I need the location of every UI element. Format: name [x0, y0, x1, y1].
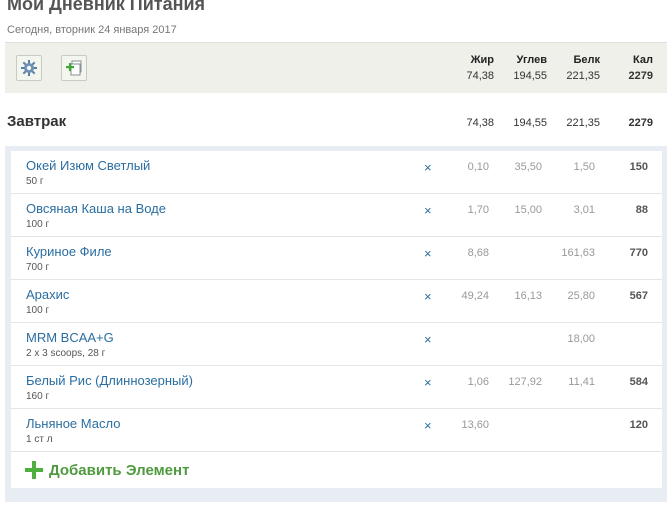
food-name-link[interactable]: Куриное Филе — [26, 244, 112, 259]
food-protein: 1,50 — [573, 161, 595, 173]
food-fat: 1,70 — [467, 204, 489, 216]
add-copy-icon — [66, 60, 82, 76]
food-name-link[interactable]: Белый Рис (Длиннозерный) — [26, 373, 193, 388]
plus-icon — [25, 461, 43, 479]
food-portion: 100 г — [26, 219, 50, 230]
food-kcal: 88 — [635, 204, 648, 216]
food-protein: 3,01 — [573, 204, 595, 216]
food-protein: 18,00 — [567, 333, 595, 345]
add-item-label: Добавить Элемент — [49, 461, 190, 479]
meal-total-protein: 221,35 — [566, 117, 600, 129]
food-protein: 25,80 — [567, 290, 595, 302]
header-fat: Жир — [470, 54, 494, 66]
food-row: Льняное Масло 1 ст л × 13,60 120 — [11, 409, 662, 452]
food-portion: 1 ст л — [26, 434, 53, 445]
food-fat: 0,10 — [467, 161, 489, 173]
food-row: Белый Рис (Длиннозерный) 160 г × 1,06 12… — [11, 366, 662, 409]
food-portion: 700 г — [26, 262, 50, 273]
food-row: Куриное Филе 700 г × 8,68 161,63 770 — [11, 237, 662, 280]
meal-total-fat: 74,38 — [466, 117, 494, 129]
food-row: MRM BCAA+G 2 x 3 scoops, 28 г × 18,00 — [11, 323, 662, 366]
food-kcal: 584 — [629, 376, 648, 388]
food-row: Овсяная Каша на Воде 100 г × 1,70 15,00 … — [11, 194, 662, 237]
food-fat: 49,24 — [461, 290, 489, 302]
food-name-link[interactable]: Окей Изюм Светлый — [26, 158, 150, 173]
food-portion: 160 г — [26, 391, 50, 402]
summary-bar: Жир Углев Белк Кал 74,38 194,55 221,35 2… — [5, 42, 667, 93]
page-date: Сегодня, вторник 24 января 2017 — [7, 24, 177, 36]
food-carbs: 15,00 — [514, 204, 542, 216]
header-kcal: Кал — [633, 54, 653, 66]
add-copy-button[interactable] — [61, 55, 87, 81]
page-title: Мой Дневник Питания — [7, 0, 206, 14]
settings-button[interactable] — [16, 55, 42, 81]
food-carbs: 35,50 — [514, 161, 542, 173]
food-kcal: 150 — [629, 161, 648, 173]
food-name-link[interactable]: Льняное Масло — [26, 416, 120, 431]
food-portion: 50 г — [26, 176, 44, 187]
food-name-link[interactable]: Арахис — [26, 287, 69, 302]
delete-icon[interactable]: × — [424, 333, 432, 346]
add-item-button[interactable]: Добавить Элемент — [11, 452, 662, 488]
food-row: Окей Изюм Светлый 50 г × 0,10 35,50 1,50… — [11, 151, 662, 194]
total-protein: 221,35 — [566, 70, 600, 82]
food-fat: 13,60 — [461, 419, 489, 431]
meal-panel: Окей Изюм Светлый 50 г × 0,10 35,50 1,50… — [5, 146, 667, 502]
food-portion: 100 г — [26, 305, 50, 316]
header-carbs: Углев — [516, 54, 547, 66]
food-carbs: 16,13 — [514, 290, 542, 302]
food-list: Окей Изюм Светлый 50 г × 0,10 35,50 1,50… — [11, 151, 662, 488]
food-fat: 8,68 — [467, 247, 489, 259]
food-kcal: 567 — [629, 290, 648, 302]
food-kcal: 120 — [629, 419, 648, 431]
food-row: Арахис 100 г × 49,24 16,13 25,80 567 — [11, 280, 662, 323]
gear-icon — [21, 60, 37, 76]
food-fat: 1,06 — [467, 376, 489, 388]
food-name-link[interactable]: MRM BCAA+G — [26, 330, 114, 345]
food-protein: 11,41 — [568, 376, 595, 388]
total-kcal: 2279 — [628, 70, 653, 82]
food-protein: 161,63 — [561, 247, 595, 259]
food-portion: 2 x 3 scoops, 28 г — [26, 348, 106, 359]
total-carbs: 194,55 — [513, 70, 547, 82]
meal-total-carbs: 194,55 — [513, 117, 547, 129]
total-fat: 74,38 — [466, 70, 494, 82]
food-kcal: 770 — [629, 247, 648, 259]
meal-totals: 74,38 194,55 221,35 2279 — [0, 117, 669, 133]
food-name-link[interactable]: Овсяная Каша на Воде — [26, 201, 166, 216]
meal-total-kcal: 2279 — [628, 117, 653, 129]
header-protein: Белк — [573, 54, 600, 66]
food-carbs: 127,92 — [508, 376, 542, 388]
